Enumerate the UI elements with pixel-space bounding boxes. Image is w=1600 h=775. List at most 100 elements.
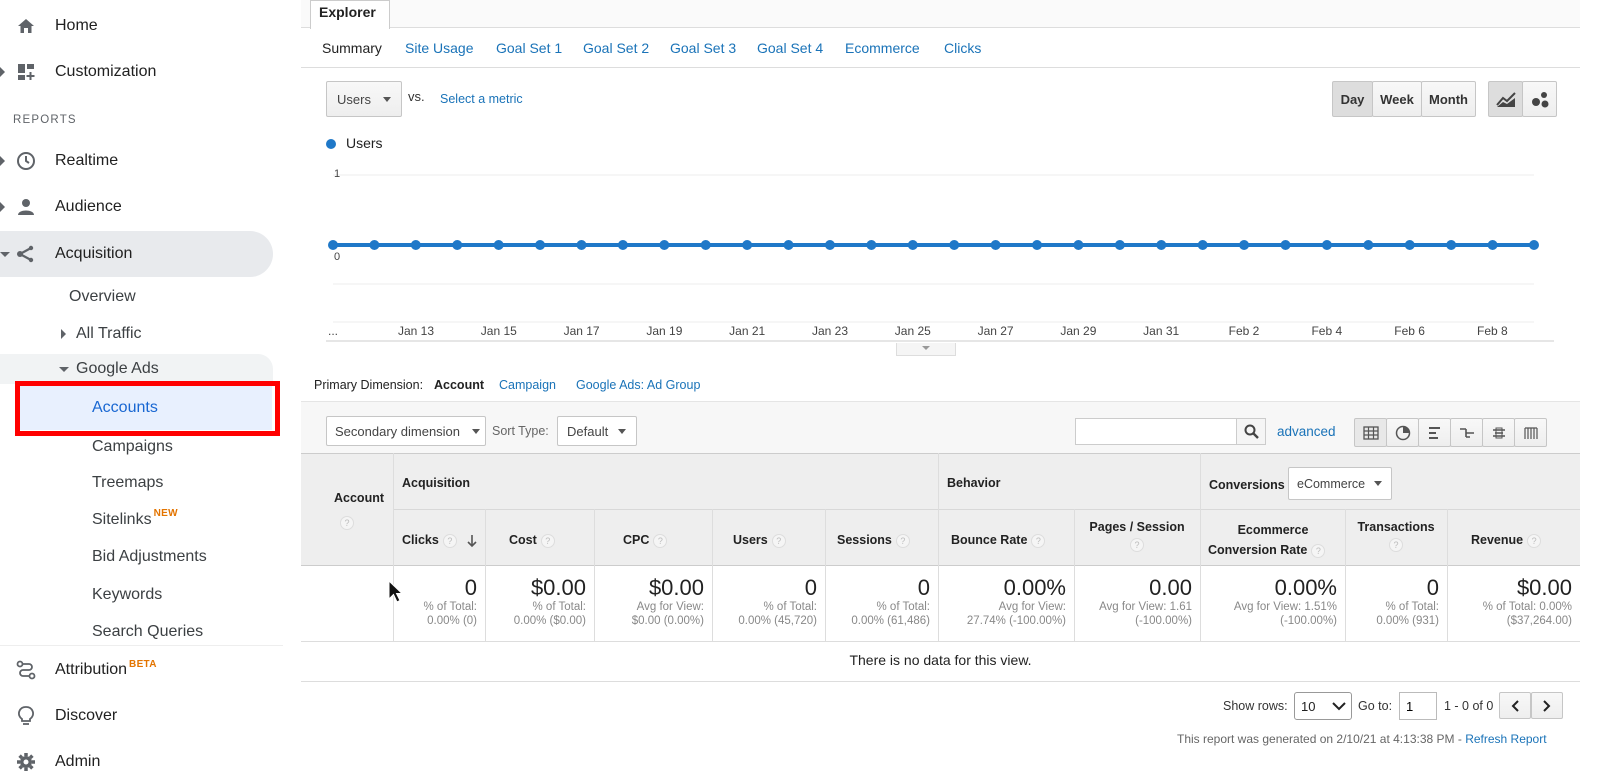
bar-view-button[interactable]: [1418, 418, 1451, 447]
help-icon[interactable]: ?: [540, 533, 555, 548]
subtab-site-usage[interactable]: Site Usage: [405, 40, 473, 56]
data-point[interactable]: [617, 240, 628, 250]
nav-realtime[interactable]: Realtime: [0, 138, 272, 184]
nav-admin[interactable]: Admin: [0, 739, 272, 775]
pivot-view-button[interactable]: [1514, 418, 1547, 447]
rows-select[interactable]: 10: [1294, 692, 1352, 720]
col-header-account[interactable]: Account: [334, 491, 384, 505]
dimension-ad-group[interactable]: Google Ads: Ad Group: [576, 378, 700, 392]
subtab-goal-set-4[interactable]: Goal Set 4: [757, 40, 823, 56]
help-icon[interactable]: ?: [771, 533, 786, 548]
col-header-users[interactable]: Users?: [733, 533, 786, 548]
search-button[interactable]: [1236, 418, 1266, 445]
table-view-button[interactable]: [1354, 418, 1387, 447]
col-header-transactions[interactable]: Transactions?: [1345, 520, 1447, 552]
help-icon[interactable]: ?: [895, 533, 910, 548]
nav-sitelinks[interactable]: Sitelinks NEW: [92, 502, 178, 538]
nav-google-ads[interactable]: Google Ads: [76, 354, 159, 384]
data-point[interactable]: [1239, 240, 1250, 250]
col-header-cpc[interactable]: CPC?: [623, 533, 668, 548]
col-header-pages-session[interactable]: Pages / Session?: [1074, 520, 1200, 552]
nav-all-traffic[interactable]: All Traffic: [76, 316, 142, 352]
nav-treemaps[interactable]: Treemaps: [92, 465, 163, 501]
data-point[interactable]: [742, 240, 753, 250]
data-point[interactable]: [1404, 240, 1415, 250]
nav-discover[interactable]: Discover: [0, 693, 272, 739]
nav-customization[interactable]: Customization: [0, 49, 272, 95]
day-button[interactable]: Day: [1332, 81, 1373, 117]
month-button[interactable]: Month: [1421, 81, 1476, 117]
refresh-report-link[interactable]: Refresh Report: [1465, 732, 1546, 746]
data-point[interactable]: [1321, 240, 1332, 250]
subtab-ecommerce[interactable]: Ecommerce: [845, 40, 920, 56]
subtab-summary[interactable]: Summary: [322, 40, 382, 56]
data-point[interactable]: [1446, 240, 1457, 250]
nav-keywords[interactable]: Keywords: [92, 577, 162, 613]
help-icon[interactable]: ?: [340, 514, 354, 532]
data-point[interactable]: [866, 240, 877, 250]
help-icon[interactable]: ?: [1311, 543, 1326, 558]
help-icon[interactable]: ?: [1389, 538, 1403, 552]
nav-acquisition[interactable]: Acquisition: [0, 231, 272, 277]
col-header-clicks[interactable]: Clicks?: [402, 533, 478, 548]
nav-accounts[interactable]: Accounts: [92, 390, 158, 426]
col-header-conversion-rate[interactable]: Ecommerce Conversion Rate?: [1208, 520, 1338, 560]
col-header-revenue[interactable]: Revenue?: [1471, 533, 1542, 548]
data-point[interactable]: [949, 240, 960, 250]
data-point[interactable]: [369, 240, 380, 250]
data-point[interactable]: [535, 240, 546, 250]
data-point[interactable]: [659, 240, 670, 250]
help-icon[interactable]: ?: [653, 533, 668, 548]
select-metric-link[interactable]: Select a metric: [440, 92, 523, 106]
data-point[interactable]: [1197, 240, 1208, 250]
help-icon[interactable]: ?: [1031, 533, 1046, 548]
nav-attribution[interactable]: Attribution BETA: [0, 647, 272, 693]
data-point[interactable]: [700, 240, 711, 250]
subtab-goal-set-2[interactable]: Goal Set 2: [583, 40, 649, 56]
nav-home[interactable]: Home: [0, 3, 272, 49]
nav-bid-adjustments[interactable]: Bid Adjustments: [92, 539, 207, 575]
next-page-button[interactable]: [1531, 692, 1563, 719]
data-point[interactable]: [1073, 240, 1084, 250]
pie-view-button[interactable]: [1386, 418, 1419, 447]
tab-explorer[interactable]: Explorer: [310, 0, 390, 29]
help-icon[interactable]: ?: [1130, 538, 1144, 552]
metric-select[interactable]: Users: [326, 81, 402, 117]
sort-desc-icon[interactable]: [466, 534, 478, 548]
nav-audience[interactable]: Audience: [0, 184, 272, 230]
data-point[interactable]: [1529, 240, 1539, 250]
data-point[interactable]: [1114, 240, 1125, 250]
nav-overview[interactable]: Overview: [69, 279, 136, 315]
line-chart-button[interactable]: [1488, 81, 1523, 117]
data-point[interactable]: [1363, 240, 1374, 250]
subtab-goal-set-1[interactable]: Goal Set 1: [496, 40, 562, 56]
table-search-input[interactable]: [1075, 418, 1237, 445]
col-header-bounce-rate[interactable]: Bounce Rate?: [951, 533, 1046, 548]
data-point[interactable]: [493, 240, 504, 250]
data-point[interactable]: [907, 240, 918, 250]
nav-campaigns[interactable]: Campaigns: [92, 429, 173, 465]
dimension-account[interactable]: Account: [434, 378, 484, 392]
data-point[interactable]: [1487, 240, 1498, 250]
data-point[interactable]: [990, 240, 1001, 250]
chart-resize-handle[interactable]: [896, 343, 956, 356]
motion-chart-button[interactable]: [1522, 81, 1557, 117]
data-point[interactable]: [783, 240, 794, 250]
prev-page-button[interactable]: [1499, 692, 1531, 719]
dimension-campaign[interactable]: Campaign: [499, 378, 556, 392]
data-point[interactable]: [576, 240, 587, 250]
data-point[interactable]: [824, 240, 835, 250]
data-point[interactable]: [1032, 240, 1043, 250]
help-icon[interactable]: ?: [442, 533, 457, 548]
advanced-link[interactable]: advanced: [1277, 424, 1336, 439]
data-point[interactable]: [410, 240, 421, 250]
term-cloud-view-button[interactable]: [1482, 418, 1515, 447]
goto-input[interactable]: [1399, 692, 1437, 720]
subtab-goal-set-3[interactable]: Goal Set 3: [670, 40, 736, 56]
data-point[interactable]: [452, 240, 463, 250]
help-icon[interactable]: ?: [1527, 533, 1542, 548]
subtab-clicks[interactable]: Clicks: [944, 40, 981, 56]
comparison-view-button[interactable]: [1450, 418, 1483, 447]
week-button[interactable]: Week: [1372, 81, 1422, 117]
col-header-cost[interactable]: Cost?: [509, 533, 555, 548]
